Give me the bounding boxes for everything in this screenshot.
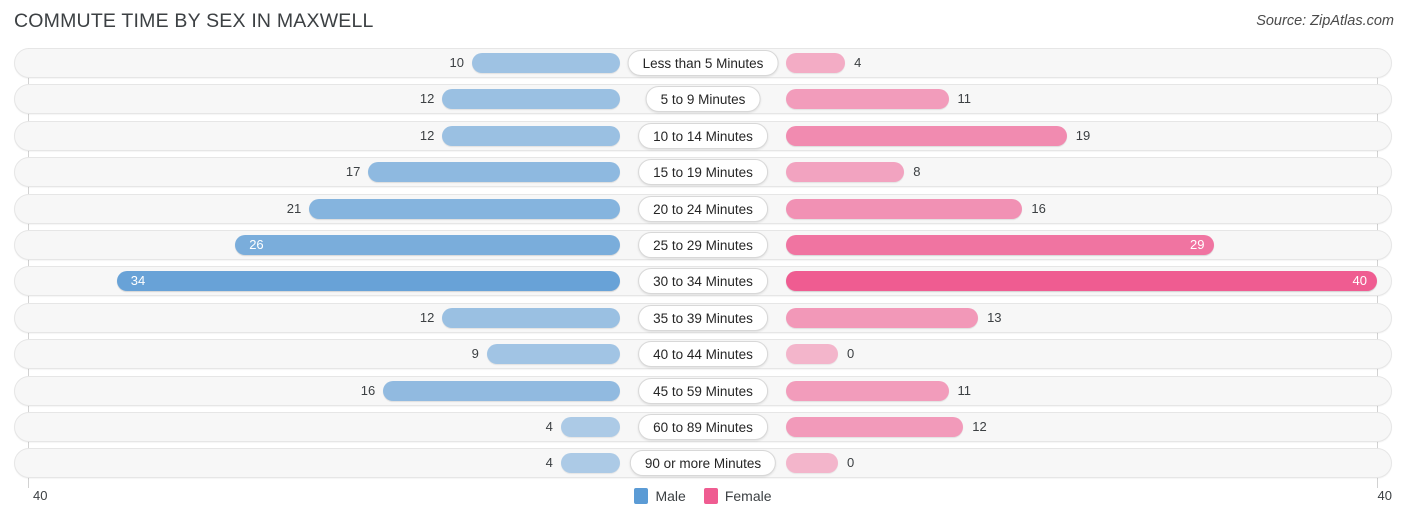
table-row: 12 19 10 to 14 Minutes bbox=[0, 121, 1406, 151]
table-row: 34 40 30 to 34 Minutes bbox=[0, 266, 1406, 296]
bar-female[interactable] bbox=[786, 162, 905, 183]
category-label-pill: 40 to 44 Minutes bbox=[638, 341, 768, 368]
category-label-pill: 5 to 9 Minutes bbox=[645, 86, 761, 113]
legend-swatch-female-icon bbox=[703, 488, 718, 504]
legend-item-female[interactable]: Female bbox=[703, 488, 772, 504]
bar-female[interactable] bbox=[786, 125, 1067, 146]
bar-value-male: 12 bbox=[419, 127, 435, 143]
category-label-pill: 15 to 19 Minutes bbox=[638, 159, 768, 186]
table-row: 9 0 40 to 44 Minutes bbox=[0, 339, 1406, 369]
bar-value-female: 11 bbox=[957, 382, 972, 398]
bar-value-female: 12 bbox=[972, 419, 987, 434]
bar-value-male: 4 bbox=[545, 419, 553, 434]
bar-value-female: 0 bbox=[847, 455, 855, 471]
table-row: 12 11 5 to 9 Minutes bbox=[0, 84, 1406, 114]
bar-value-female: 16 bbox=[1031, 200, 1046, 216]
legend-label-female: Female bbox=[724, 488, 772, 504]
category-label-pill: 30 to 34 Minutes bbox=[638, 268, 768, 295]
bar-female[interactable] bbox=[786, 235, 1215, 255]
bar-female[interactable] bbox=[786, 307, 979, 328]
bar-male[interactable] bbox=[486, 344, 620, 365]
bar-value-male: 26 bbox=[249, 237, 264, 252]
table-row: 4 0 90 or more Minutes bbox=[0, 448, 1406, 478]
bar-male[interactable] bbox=[560, 417, 620, 437]
bar-value-male: 9 bbox=[471, 346, 479, 362]
bar-male[interactable] bbox=[560, 453, 620, 474]
table-row: 12 13 35 to 39 Minutes bbox=[0, 303, 1406, 333]
chart-footer: 40 40 Male Female bbox=[0, 484, 1406, 523]
page-title: COMMUTE TIME BY SEX IN MAXWELL bbox=[14, 10, 374, 32]
legend-item-male[interactable]: Male bbox=[634, 488, 686, 504]
bar-male[interactable] bbox=[472, 53, 620, 73]
bar-value-male: 4 bbox=[545, 455, 553, 471]
category-label-pill: 35 to 39 Minutes bbox=[638, 304, 768, 331]
legend-label-male: Male bbox=[655, 488, 686, 504]
bar-value-female: 11 bbox=[957, 91, 972, 107]
bar-value-female: 8 bbox=[913, 164, 921, 180]
bar-value-male: 10 bbox=[449, 55, 464, 70]
bar-female[interactable] bbox=[786, 453, 838, 474]
table-row: 17 8 15 to 19 Minutes bbox=[0, 157, 1406, 187]
source-attribution: Source: ZipAtlas.com bbox=[1256, 13, 1394, 29]
bar-female[interactable] bbox=[786, 89, 949, 110]
category-label-pill: 10 to 14 Minutes bbox=[638, 122, 768, 149]
category-label-pill: 45 to 59 Minutes bbox=[638, 377, 768, 404]
bar-value-female: 19 bbox=[1075, 127, 1091, 143]
bar-value-female: 4 bbox=[854, 55, 862, 70]
bar-value-female: 29 bbox=[1190, 237, 1205, 252]
diverging-bar-plot: 10 4 Less than 5 Minutes 12 11 5 to 9 Minutes… bbox=[0, 44, 1406, 488]
bar-female[interactable] bbox=[786, 53, 846, 73]
bar-value-male: 12 bbox=[419, 91, 435, 107]
bar-value-male: 21 bbox=[286, 200, 302, 216]
bar-male[interactable] bbox=[383, 380, 620, 401]
bar-value-male: 12 bbox=[419, 309, 435, 325]
legend-swatch-male-icon bbox=[634, 488, 649, 504]
table-row: 16 11 45 to 59 Minutes bbox=[0, 376, 1406, 406]
bar-male[interactable] bbox=[442, 307, 620, 328]
bar-female[interactable] bbox=[786, 380, 949, 401]
table-row: 26 29 25 to 29 Minutes bbox=[0, 230, 1406, 260]
bar-value-male: 17 bbox=[345, 164, 361, 180]
bar-male[interactable] bbox=[442, 89, 620, 110]
bar-male[interactable] bbox=[235, 235, 620, 255]
bar-male[interactable] bbox=[442, 125, 620, 146]
table-row: 10 4 Less than 5 Minutes bbox=[0, 48, 1406, 78]
bar-male[interactable] bbox=[309, 198, 620, 219]
bar-value-female: 13 bbox=[987, 309, 1002, 325]
bar-female[interactable] bbox=[786, 198, 1023, 219]
category-label-pill: Less than 5 Minutes bbox=[627, 50, 779, 76]
category-label-pill: 25 to 29 Minutes bbox=[638, 232, 768, 258]
chart-legend: Male Female bbox=[0, 488, 1406, 504]
category-label-pill: 60 to 89 Minutes bbox=[638, 414, 768, 440]
bar-value-male: 34 bbox=[130, 273, 146, 289]
table-row: 4 12 60 to 89 Minutes bbox=[0, 412, 1406, 442]
bar-value-male: 16 bbox=[360, 382, 376, 398]
bar-value-female: 40 bbox=[1352, 273, 1367, 289]
category-label-pill: 20 to 24 Minutes bbox=[638, 195, 768, 222]
bar-value-female: 0 bbox=[847, 346, 855, 362]
bar-male[interactable] bbox=[368, 162, 620, 183]
category-label-pill: 90 or more Minutes bbox=[629, 450, 777, 477]
bar-female[interactable] bbox=[786, 344, 838, 365]
table-row: 21 16 20 to 24 Minutes bbox=[0, 194, 1406, 224]
bar-female[interactable] bbox=[786, 417, 964, 437]
chart-header: COMMUTE TIME BY SEX IN MAXWELL Source: Z… bbox=[0, 0, 1406, 44]
bar-male[interactable] bbox=[116, 271, 620, 292]
bar-female[interactable] bbox=[786, 271, 1377, 292]
